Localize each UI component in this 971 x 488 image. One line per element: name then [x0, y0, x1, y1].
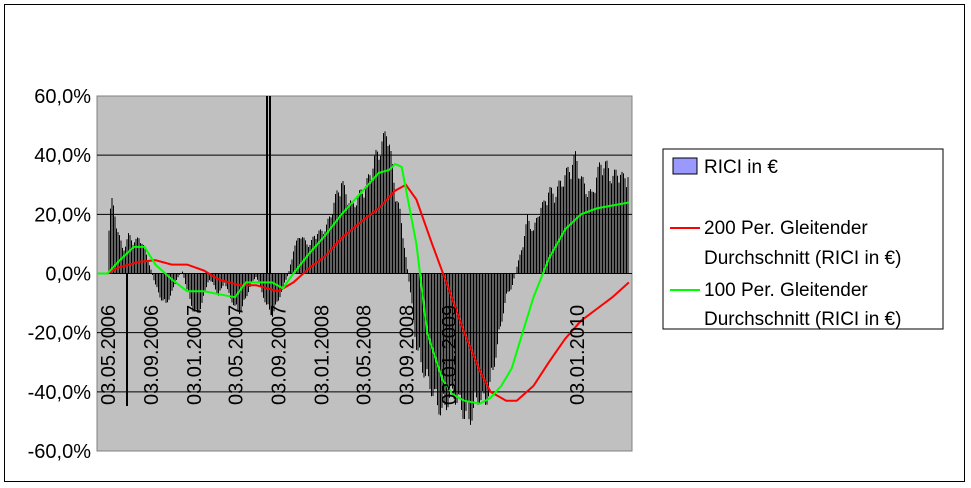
chart-svg: 60,0% 40,0% 20,0% 0,0% -20,0% -40,0% -60,0% 03…	[28, 86, 944, 463]
y-tick-label: 20,0%	[34, 204, 91, 226]
legend-bar-swatch	[672, 157, 698, 175]
legend-label-rici: RICI in €	[704, 157, 778, 178]
y-tick-label: -40,0%	[28, 382, 92, 404]
y-tick-label: 60,0%	[34, 86, 91, 108]
y-tick-label: -60,0%	[28, 441, 92, 463]
y-axis-ticks: 60,0% 40,0% 20,0% 0,0% -20,0% -40,0% -60,0%	[28, 86, 92, 463]
x-tick-label: 03.01.2010	[567, 305, 589, 405]
x-tick-label: 03.09.2006	[141, 305, 163, 405]
x-tick-label: 03.09.2008	[397, 305, 419, 405]
x-tick-label: 03.01.2008	[311, 305, 333, 405]
y-tick-label: 0,0%	[45, 264, 91, 286]
y-tick-label: -20,0%	[28, 323, 92, 345]
legend: RICI in € 200 Per. Gleitender Durchschni…	[662, 148, 944, 330]
x-tick-label: 03.09.2007	[269, 305, 291, 405]
y-tick-label: 40,0%	[34, 145, 91, 167]
x-tick-label: 03.05.2007	[226, 305, 248, 405]
x-tick-label: 03.05.2006	[98, 305, 120, 405]
x-tick-label: 03.01.2007	[184, 305, 206, 405]
x-tick-label: 03.01.2009	[439, 305, 461, 405]
x-tick-label: 03.05.2008	[354, 305, 376, 405]
